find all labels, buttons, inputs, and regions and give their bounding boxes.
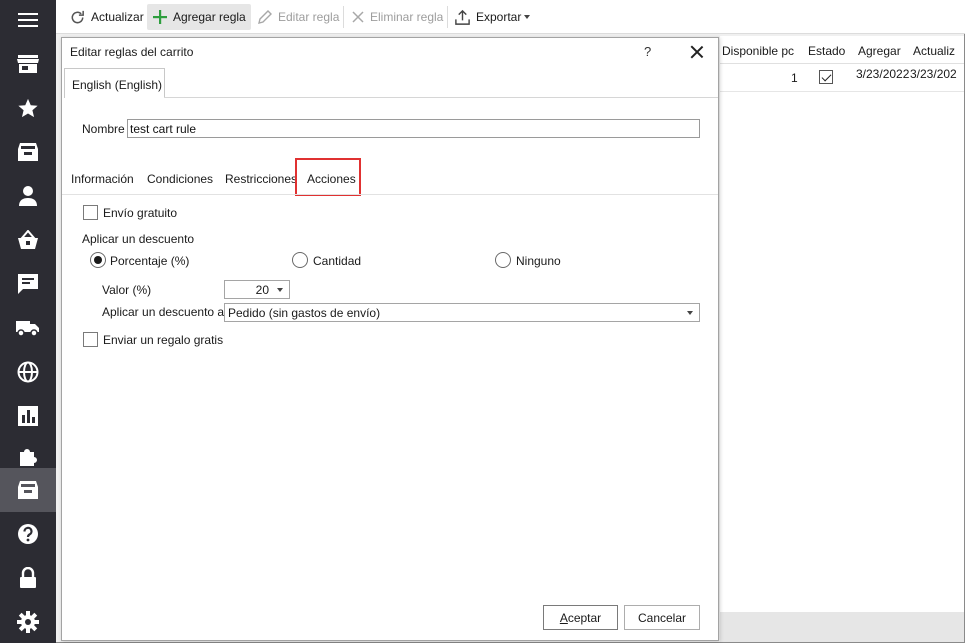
accept-button[interactable]: Aceptar	[543, 605, 618, 630]
puzzle-icon[interactable]	[0, 438, 56, 466]
percentage-label: Porcentaje (%)	[110, 254, 190, 268]
rules-grid: Disponible pc Estado Agregar Actualiz 1 …	[720, 36, 964, 612]
gear-icon[interactable]	[0, 600, 56, 643]
accept-hotkey: A	[559, 610, 568, 625]
chevron-down-icon	[524, 15, 531, 19]
divider	[164, 97, 718, 98]
cancel-button[interactable]: Cancelar	[624, 605, 700, 630]
percentage-radio[interactable]	[90, 252, 106, 268]
plus-icon	[153, 10, 167, 24]
export-label: Exportar	[476, 10, 522, 24]
tab-acciones-label: Acciones	[307, 172, 356, 186]
cart-rules-icon[interactable]	[0, 468, 56, 512]
edit-rule-label: Editar regla	[278, 10, 340, 24]
tab-informacion[interactable]: Información	[71, 172, 134, 186]
toolbar-divider	[343, 6, 344, 28]
column-header[interactable]: Agregar	[858, 44, 901, 58]
edit-cart-rules-dialog: Editar reglas del carrito ? English (Eng…	[61, 37, 719, 641]
name-input[interactable]	[127, 119, 700, 138]
free-gift-checkbox[interactable]	[83, 332, 98, 347]
value-text: 20	[255, 283, 269, 297]
value-input[interactable]: 20	[224, 280, 290, 299]
upload-icon	[455, 9, 470, 25]
store-icon[interactable]	[0, 42, 56, 86]
free-gift-label: Enviar un regalo gratis	[103, 333, 224, 347]
chevron-down-icon[interactable]	[687, 311, 693, 315]
archive-icon[interactable]	[0, 130, 56, 174]
none-label: Ninguno	[516, 254, 561, 268]
truck-icon[interactable]	[0, 306, 56, 350]
none-radio[interactable]	[495, 252, 511, 268]
toolbar: Actualizar Agregar regla Editar regla El…	[56, 0, 965, 34]
delete-rule-button[interactable]: Eliminar regla	[346, 4, 448, 30]
globe-icon[interactable]	[0, 350, 56, 394]
chevron-down-icon[interactable]	[277, 288, 283, 292]
help-icon[interactable]	[0, 512, 56, 556]
apply-to-select[interactable]: Pedido (sin gastos de envío)	[224, 303, 700, 322]
message-icon[interactable]	[0, 262, 56, 306]
stats-icon[interactable]	[0, 394, 56, 438]
tab-acciones[interactable]: Acciones	[295, 158, 361, 196]
tab-restricciones[interactable]: Restricciones	[225, 172, 297, 186]
export-button[interactable]: Exportar	[449, 4, 535, 30]
sidebar	[0, 0, 56, 643]
dialog-title: Editar reglas del carrito	[70, 45, 194, 59]
grid-header: Disponible pc Estado Agregar Actualiz	[720, 36, 964, 64]
help-button[interactable]: ?	[644, 44, 651, 59]
user-icon[interactable]	[0, 174, 56, 218]
updated-cell: 3/23/202	[910, 67, 957, 81]
available-cell: 1	[791, 71, 798, 85]
status-checkbox[interactable]	[819, 70, 833, 84]
table-row[interactable]: 1 3/23/2022 3/23/202	[720, 64, 964, 92]
accept-label: ceptar	[567, 610, 602, 625]
refresh-button[interactable]: Actualizar	[64, 4, 149, 30]
added-cell: 3/23/2022	[856, 67, 910, 81]
add-rule-button[interactable]: Agregar regla	[147, 4, 251, 30]
amount-radio[interactable]	[292, 252, 308, 268]
menu-icon[interactable]	[0, 0, 56, 40]
basket-icon[interactable]	[0, 218, 56, 262]
grid-footer	[720, 612, 964, 642]
delete-rule-label: Eliminar regla	[370, 10, 444, 24]
close-icon[interactable]	[688, 43, 706, 61]
divider	[62, 194, 718, 195]
apply-discount-heading: Aplicar un descuento	[82, 232, 195, 246]
column-header[interactable]: Estado	[808, 44, 845, 58]
edit-rule-button[interactable]: Editar regla	[252, 4, 344, 30]
apply-to-value: Pedido (sin gastos de envío)	[228, 306, 381, 320]
column-header[interactable]: Disponible pc	[722, 44, 802, 58]
toolbar-divider	[447, 6, 448, 28]
refresh-icon	[71, 10, 84, 23]
apply-to-label: Aplicar un descuento a	[102, 305, 225, 319]
amount-label: Cantidad	[313, 254, 362, 268]
star-icon[interactable]	[0, 86, 56, 130]
tab-condiciones[interactable]: Condiciones	[147, 172, 213, 186]
free-shipping-label: Envío gratuito	[103, 206, 178, 220]
tab-language[interactable]: English (English)	[64, 68, 165, 98]
language-tab-label: English (English)	[72, 78, 163, 92]
name-label: Nombre	[82, 122, 125, 136]
pencil-icon	[258, 10, 272, 24]
add-rule-label: Agregar regla	[173, 10, 246, 24]
close-icon	[352, 11, 364, 23]
lock-icon[interactable]	[0, 556, 56, 600]
column-header[interactable]: Actualiz	[913, 44, 964, 58]
free-shipping-checkbox[interactable]	[83, 205, 98, 220]
value-label: Valor (%)	[102, 283, 152, 297]
refresh-label: Actualizar	[91, 10, 144, 24]
